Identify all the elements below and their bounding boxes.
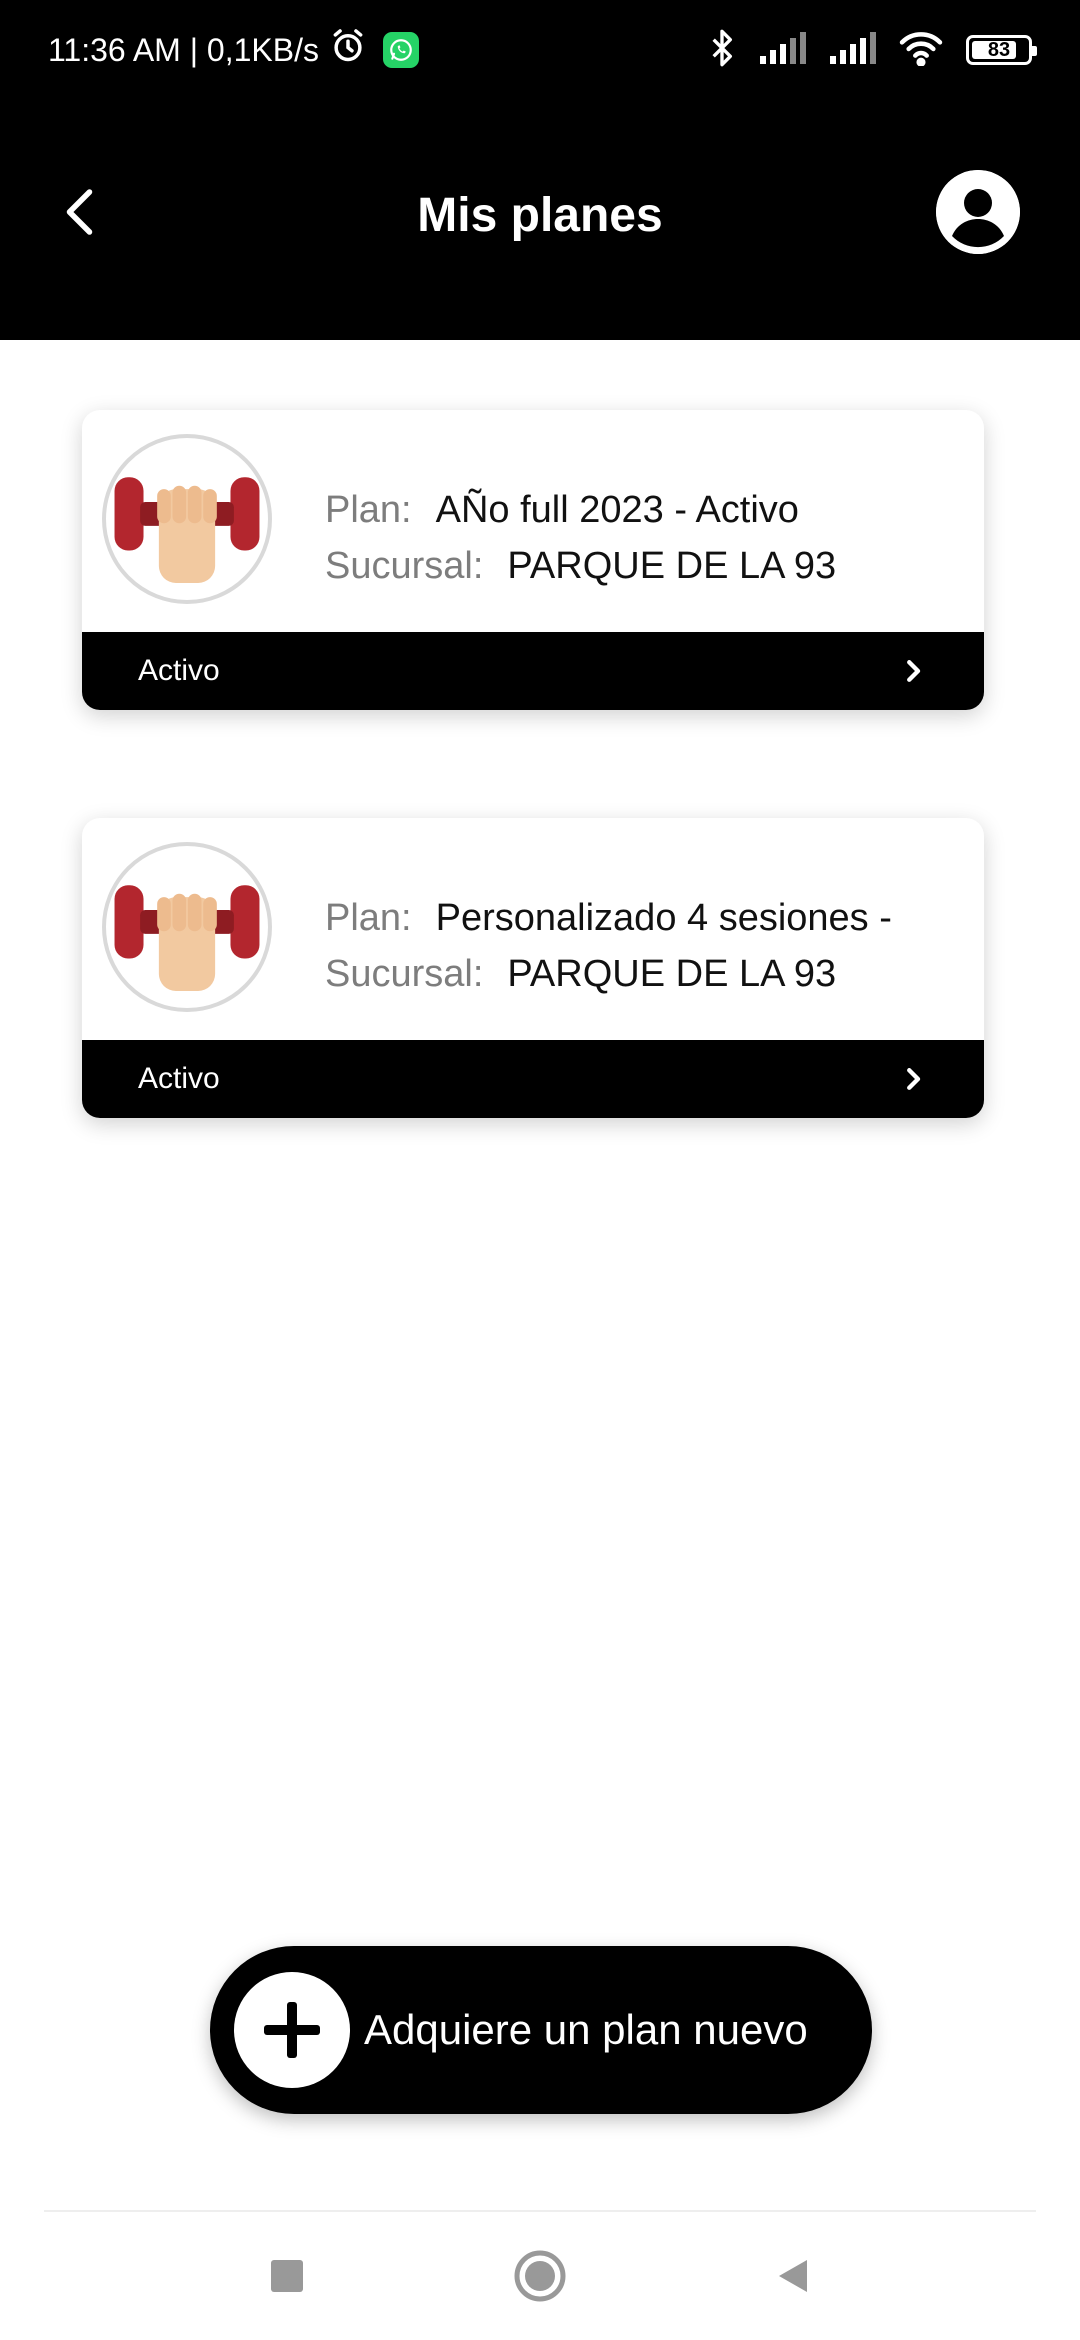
signal-icon xyxy=(758,31,806,69)
recents-icon[interactable] xyxy=(257,2246,317,2306)
profile-icon[interactable] xyxy=(936,170,1020,254)
branch-line: Sucursal: PARQUE DE LA 93 xyxy=(325,946,892,1002)
battery-level: 83 xyxy=(987,38,1011,61)
bluetooth-icon xyxy=(708,28,736,73)
plan-status: Activo xyxy=(138,654,220,687)
plan-line: Plan: AÑo full 2023 - Activo xyxy=(325,482,836,538)
plan-info: Plan: AÑo full 2023 - Activo Sucursal: P… xyxy=(325,482,836,594)
wifi-icon xyxy=(898,30,944,71)
signal-icon xyxy=(828,31,876,69)
screen: 11:36 AM | 0,1KB/s 83 Mis planes Plan: A… xyxy=(0,0,1080,2340)
plan-name: AÑo full 2023 - Activo xyxy=(435,489,799,531)
status-time: 11:36 AM | 0,1KB/s xyxy=(48,31,319,68)
plan-card[interactable]: Plan: AÑo full 2023 - Activo Sucursal: P… xyxy=(82,410,984,710)
back-arrow-icon[interactable] xyxy=(52,182,112,242)
branch-name: PARQUE DE LA 93 xyxy=(507,953,837,995)
plus-icon xyxy=(234,1972,350,2088)
app-header: Mis planes xyxy=(0,130,1080,300)
plan-label: Plan: xyxy=(325,489,412,531)
branch-name: PARQUE DE LA 93 xyxy=(507,545,837,587)
chevron-right-icon[interactable] xyxy=(898,656,928,686)
add-plan-label: Adquiere un plan nuevo xyxy=(364,2006,808,2053)
card-body: Plan: AÑo full 2023 - Activo Sucursal: P… xyxy=(82,410,984,632)
branch-label: Sucursal: xyxy=(325,545,484,587)
plan-label: Plan: xyxy=(325,897,412,939)
status-right: 83 xyxy=(708,28,1037,73)
card-footer[interactable]: Activo xyxy=(82,632,984,710)
battery-icon: 83 xyxy=(966,35,1037,65)
nav-back-icon[interactable] xyxy=(763,2246,823,2306)
branch-label: Sucursal: xyxy=(325,953,484,995)
dumbbell-icon xyxy=(102,842,272,1012)
plan-status: Activo xyxy=(138,1062,220,1095)
status-bar: 11:36 AM | 0,1KB/s 83 xyxy=(0,0,1080,100)
card-footer[interactable]: Activo xyxy=(82,1040,984,1118)
status-left: 11:36 AM | 0,1KB/s xyxy=(48,27,419,73)
top-bar: 11:36 AM | 0,1KB/s 83 Mis planes xyxy=(0,0,1080,340)
plan-name: Personalizado 4 sesiones - xyxy=(435,897,892,939)
chevron-right-icon[interactable] xyxy=(898,1064,928,1094)
plan-card[interactable]: Plan: Personalizado 4 sesiones - Sucursa… xyxy=(82,818,984,1118)
plan-line: Plan: Personalizado 4 sesiones - xyxy=(325,890,892,946)
whatsapp-icon xyxy=(382,32,419,68)
dumbbell-icon xyxy=(102,434,272,604)
system-nav-bar xyxy=(0,2212,1080,2340)
page-title: Mis planes xyxy=(417,188,663,242)
home-icon[interactable] xyxy=(510,2246,570,2306)
plan-info: Plan: Personalizado 4 sesiones - Sucursa… xyxy=(325,890,892,1002)
add-plan-button[interactable]: Adquiere un plan nuevo xyxy=(210,1946,872,2114)
alarm-icon xyxy=(329,27,367,73)
branch-line: Sucursal: PARQUE DE LA 93 xyxy=(325,538,836,594)
card-body: Plan: Personalizado 4 sesiones - Sucursa… xyxy=(82,818,984,1040)
